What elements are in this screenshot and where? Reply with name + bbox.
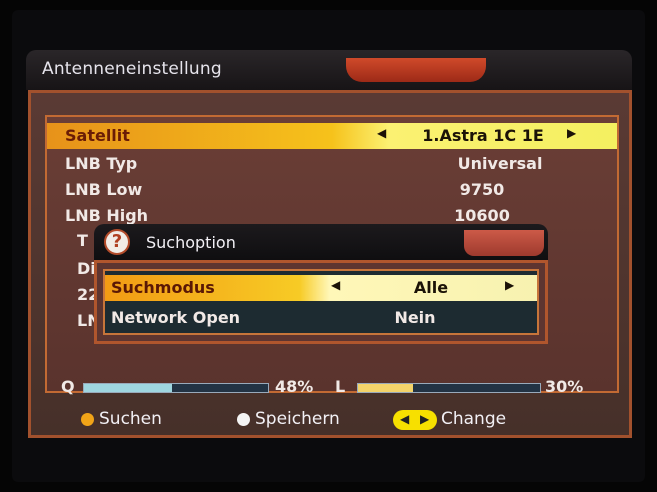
arrow-left-icon[interactable]: ◀ bbox=[377, 126, 386, 140]
dialog-accent-tab bbox=[464, 230, 544, 256]
quality-bar bbox=[83, 383, 269, 393]
hidden-row-label: Di bbox=[77, 259, 96, 278]
hidden-row-label: T bbox=[77, 231, 88, 250]
arrow-right-icon[interactable]: ▶ bbox=[505, 278, 514, 292]
dialog-row-value: Alle bbox=[413, 278, 449, 297]
level-label: L bbox=[335, 377, 346, 396]
dialog-row-label: Suchmodus bbox=[111, 278, 215, 297]
left-right-key-icon: ◀ ▶ bbox=[393, 410, 437, 430]
dialog-row-search-mode[interactable]: Suchmodus ◀ Alle ▶ bbox=[105, 275, 537, 301]
setting-row-satellite[interactable]: Satellit ◀ 1.Astra 1C 1E ▶ bbox=[47, 123, 617, 149]
white-key-icon bbox=[237, 413, 250, 426]
setting-value: 1.Astra 1C 1E bbox=[422, 126, 544, 145]
dialog-body: Suchmodus ◀ Alle ▶ Network Open Nein bbox=[94, 260, 548, 344]
setting-value: 10600 bbox=[454, 206, 510, 225]
search-legend: Suchen bbox=[99, 409, 162, 429]
dialog-row-network-open[interactable]: Network Open Nein bbox=[105, 305, 537, 331]
level-bar bbox=[357, 383, 541, 393]
setting-label: LNB Typ bbox=[65, 154, 138, 173]
save-legend: Speichern bbox=[255, 409, 340, 429]
dialog-options: Suchmodus ◀ Alle ▶ Network Open Nein bbox=[103, 269, 539, 335]
orange-key-icon bbox=[81, 413, 94, 426]
header-accent-tab bbox=[346, 58, 486, 82]
level-bar-fill bbox=[358, 384, 413, 392]
question-icon: ? bbox=[104, 229, 130, 255]
dialog-row-label: Network Open bbox=[111, 308, 241, 327]
level-percent: 30% bbox=[545, 377, 584, 396]
change-legend: Change bbox=[441, 409, 507, 429]
arrow-left-icon[interactable]: ◀ bbox=[331, 278, 340, 292]
setting-label: LNB Low bbox=[65, 180, 143, 199]
setting-label: LNB High bbox=[65, 206, 149, 225]
dialog-title: Suchoption bbox=[146, 233, 236, 252]
dialog-row-value: Nein bbox=[394, 308, 436, 327]
quality-percent: 48% bbox=[275, 377, 314, 396]
dialog-header: ? Suchoption bbox=[94, 224, 548, 260]
quality-label: Q bbox=[61, 377, 75, 396]
setting-row-lnb-type[interactable]: LNB Typ Universal bbox=[47, 151, 617, 177]
quality-bar-fill bbox=[84, 384, 173, 392]
search-option-dialog: ? Suchoption Suchmodus ◀ Alle ▶ Network … bbox=[94, 224, 548, 344]
setting-value: Universal bbox=[457, 154, 543, 173]
page-title: Antenneneinstellung bbox=[42, 59, 222, 79]
setting-label: Satellit bbox=[65, 126, 130, 145]
setting-value: 9750 bbox=[459, 180, 505, 199]
arrow-right-icon[interactable]: ▶ bbox=[567, 126, 576, 140]
menu-header: Antenneneinstellung bbox=[26, 50, 632, 90]
setting-row-lnb-low[interactable]: LNB Low 9750 bbox=[47, 177, 617, 203]
